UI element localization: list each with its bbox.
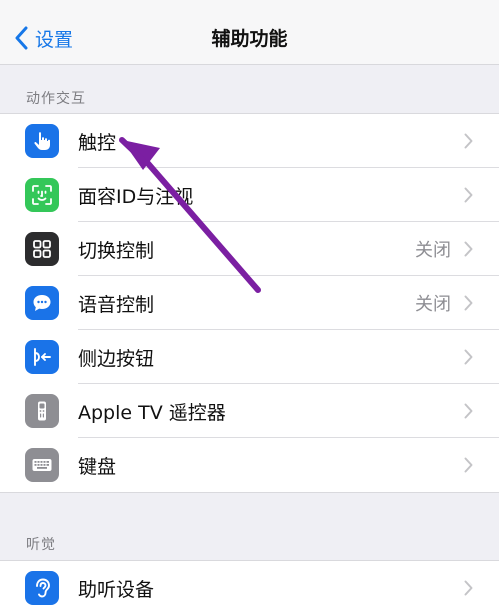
list-item-label: 切换控制 (78, 239, 155, 262)
chevron-right-icon (464, 349, 473, 365)
page-title: 辅助功能 (211, 28, 288, 50)
list-item-face-id[interactable]: 面容ID与注视 (0, 168, 499, 222)
switch-control-icon (25, 232, 59, 266)
list-item-label: 侧边按钮 (78, 347, 155, 370)
list-item-switch-control[interactable]: 切换控制 关闭 (0, 222, 499, 276)
tv-remote-icon (25, 394, 59, 428)
keyboard-icon (25, 448, 59, 482)
navigation-bar: 设置 辅助功能 (0, 0, 499, 65)
hearing-group: 助听设备 (0, 560, 499, 605)
section-header-hearing: 听觉 (26, 537, 56, 553)
face-id-icon (25, 178, 59, 212)
list-item-label: 语音控制 (78, 293, 155, 316)
section-header-interaction: 动作交互 (26, 91, 86, 107)
list-item-label: 面容ID与注视 (78, 185, 194, 208)
ear-icon (25, 571, 59, 605)
hand-tap-icon (25, 124, 59, 158)
chevron-right-icon (464, 580, 473, 596)
list-item-hearing-devices[interactable]: 助听设备 (0, 561, 499, 605)
list-item-keyboard[interactable]: 键盘 (0, 438, 499, 492)
list-item-voice-control[interactable]: 语音控制 关闭 (0, 276, 499, 330)
chevron-right-icon (464, 403, 473, 419)
chevron-right-icon (464, 133, 473, 149)
list-item-label: Apple TV 遥控器 (78, 401, 226, 424)
chevron-right-icon (464, 241, 473, 257)
list-item-label: 触控 (78, 131, 117, 154)
status-value: 关闭 (415, 240, 451, 261)
list-item-touch[interactable]: 触控 (0, 114, 499, 168)
side-button-icon (25, 340, 59, 374)
list-item-label: 助听设备 (78, 578, 155, 601)
voice-control-icon (25, 286, 59, 320)
chevron-right-icon (464, 187, 473, 203)
chevron-right-icon (464, 457, 473, 473)
list-item-apple-tv-remote[interactable]: Apple TV 遥控器 (0, 384, 499, 438)
status-value: 关闭 (415, 294, 451, 315)
list-item-label: 键盘 (78, 455, 117, 478)
chevron-right-icon (464, 295, 473, 311)
list-item-side-button[interactable]: 侧边按钮 (0, 330, 499, 384)
interaction-group: 触控 面容ID与注视 切换控制 关闭 语音控制 关闭 侧边按钮 Apple TV… (0, 113, 499, 493)
